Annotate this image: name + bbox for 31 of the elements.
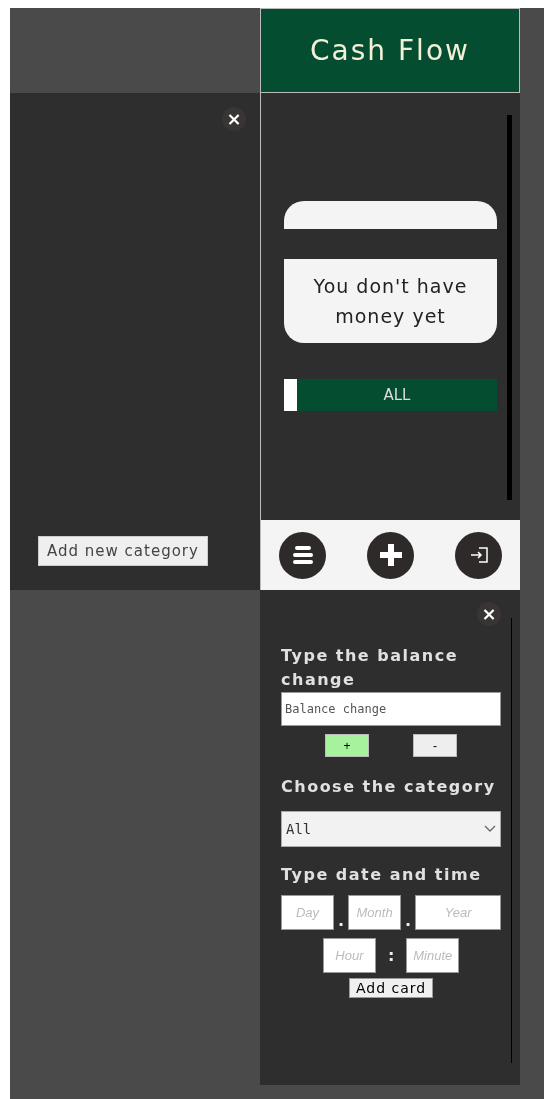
sign-toggle[interactable]: + [325, 734, 370, 757]
scrollbar[interactable] [507, 115, 512, 500]
hour-field[interactable]: Hour [322, 938, 376, 973]
add-button[interactable] [367, 531, 414, 579]
chevron-down-icon [484, 825, 497, 833]
sign-in-icon [469, 547, 488, 563]
app-title: Cash Flow [310, 34, 470, 67]
date-separator: . [337, 911, 346, 930]
category-select[interactable]: All [281, 811, 502, 847]
close-button[interactable]: × [477, 602, 502, 626]
balance-input[interactable]: Balance change [281, 692, 502, 726]
menu-button[interactable] [279, 531, 326, 579]
balance-label: Type the balance change [281, 645, 460, 691]
time-separator: : [386, 946, 396, 965]
datetime-label: Type date and time [281, 864, 483, 886]
category-label: Choose the category [281, 776, 497, 798]
scrollbar[interactable] [511, 618, 512, 1063]
day-field[interactable]: Day [281, 895, 334, 930]
stack-icon [291, 545, 314, 565]
month-field[interactable]: Month [348, 895, 402, 930]
sign-toggle[interactable]: - [413, 734, 458, 757]
exit-button[interactable] [455, 531, 502, 579]
empty-message-card: You don't have money yet [284, 259, 497, 343]
add-category-button[interactable]: Add new category [38, 536, 208, 566]
plus-icon [379, 544, 402, 566]
minute-field[interactable]: Minute [406, 938, 460, 973]
year-field[interactable]: Year [415, 895, 502, 930]
add-card-button[interactable]: Add card [348, 978, 434, 998]
category-tab[interactable]: ALL [284, 379, 497, 411]
date-separator: . [404, 911, 413, 930]
close-button[interactable]: × [222, 107, 246, 131]
